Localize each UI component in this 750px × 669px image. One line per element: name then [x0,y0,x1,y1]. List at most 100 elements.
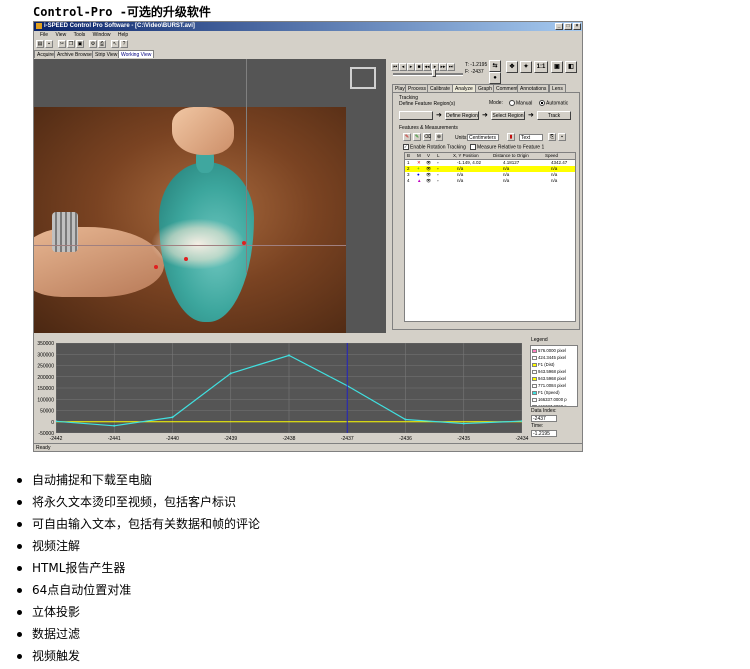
delete-feature-icon[interactable]: ⌫ [423,133,431,141]
playback-slider-track[interactable] [393,73,463,76]
list-item: HTML报告产生器 [17,557,260,579]
tab-calibrate[interactable]: Calibrate [427,84,454,92]
origin-icon[interactable]: ⊕ [435,133,443,141]
help-icon[interactable]: ? [120,40,128,48]
legend-item[interactable]: 576.0000 pixel [532,347,566,354]
cut-icon[interactable]: ✂ [58,40,66,48]
legend-swatch [532,383,537,388]
chart-icon[interactable]: ▮ [507,133,515,141]
tab-annotations[interactable]: Annotations [517,84,550,92]
legend-item[interactable]: 166337.0000 p [532,396,567,403]
lock-icon[interactable]: ▫ [437,178,439,184]
playback-slider-thumb[interactable] [432,69,436,77]
legend-item[interactable]: 166337.0000 p [532,403,567,406]
video-viewport[interactable] [34,59,386,333]
legend-item[interactable]: 943.5968 pixel [532,375,566,382]
legend-item[interactable]: 424.3445 pixel [532,354,566,361]
print-icon[interactable]: ⎙ [98,40,106,48]
mode-manual-radio[interactable]: Manual [509,100,532,106]
define-region-button[interactable]: Define Region [445,111,479,120]
x-tick-label: -2439 [224,436,237,442]
text-select[interactable]: Text [519,134,543,141]
data-index-field[interactable]: -2437 [531,415,557,422]
add-feature-icon[interactable]: ✎ [403,133,411,141]
list-item: 64点自动位置对准 [17,579,260,601]
play-icon[interactable]: ▸ [407,63,415,71]
analyze-panel: Tracking Define Feature Region(s) Mode: … [392,92,580,330]
crosshair-vertical [246,59,247,273]
y-tick-label: 100000 [37,397,54,403]
y-tick-label: 0 [51,420,54,426]
region-field-button[interactable] [399,111,433,120]
legend-item[interactable]: F1 (Dist) [532,361,554,368]
zoom-icon[interactable]: ✦ [520,61,532,73]
menu-file[interactable]: File [40,31,48,39]
select-region-button[interactable]: Select Region [491,111,525,120]
video-frame[interactable] [34,107,346,333]
units-label: Units: [455,135,468,141]
export-icon[interactable]: ⎘ [548,133,556,141]
legend-item[interactable]: 943.5968 pixel [532,368,566,375]
settings-icon[interactable]: ⚙ [89,40,97,48]
menu-tools[interactable]: Tools [74,31,86,39]
fast-fwd-icon[interactable]: ▸▸ [439,63,447,71]
y-tick-label: 350000 [37,341,54,347]
open-icon[interactable]: ▤ [36,40,44,48]
fullscreen-icon[interactable]: ◧ [565,61,577,73]
units-select[interactable]: Centimeters [467,134,499,141]
edit-feature-icon[interactable]: ✎ [413,133,421,141]
save-data-icon[interactable]: ▪ [558,133,566,141]
fit-icon[interactable]: ▣ [551,61,563,73]
last-frame-icon[interactable]: ⏭ [447,63,455,71]
x-tick-label: -2441 [108,436,121,442]
tab-working-view[interactable]: Working View [118,50,155,58]
table-row[interactable]: 4 ▲ 👁 ▫ n/a n/a n/a [405,178,575,184]
track-button[interactable]: Track [537,111,571,120]
loop-icon[interactable]: ⇆ [489,60,501,72]
main-toolbar: ▤ ▪ ✂ ❐ ▣ ⚙ ⎙ ↖ ? [34,39,389,50]
paste-icon[interactable]: ▣ [76,40,84,48]
tracking-point[interactable] [154,265,158,269]
legend-swatch [532,362,537,367]
first-frame-icon[interactable]: ⏮ [391,63,399,71]
enable-rotation-checkbox[interactable]: ✓ Enable Rotation Tracking [403,144,466,150]
radio-icon [509,100,515,106]
menu-view[interactable]: View [55,31,66,39]
stop-icon[interactable]: ■ [415,63,423,71]
pan-icon[interactable]: ✥ [506,61,518,73]
measure-relative-checkbox[interactable]: Measure Relative to Feature 1 [470,144,544,150]
step-back-icon[interactable]: ◂ [399,63,407,71]
legend-item[interactable]: F1 (Speed) [532,389,560,396]
pointer-icon[interactable]: ↖ [111,40,119,48]
mode-automatic-radio[interactable]: Automatic [539,100,568,106]
legend-label: Legend [531,337,548,343]
menu-window[interactable]: Window [93,31,111,39]
minimize-icon[interactable]: _ [555,23,563,30]
record-icon[interactable]: ● [489,72,501,84]
legend-text: 424.3445 pixel [538,355,566,360]
save-icon[interactable]: ▪ [45,40,53,48]
feature-list: 自动捕捉和下载至电脑 将永久文本烫印至视频，包括客户标识 可自由输入文本，包括有… [17,469,260,667]
tab-graph[interactable]: Graph [475,84,495,92]
legend-text: 943.5968 pixel [538,376,566,381]
tab-lens[interactable]: Lens [549,84,566,92]
data-index-label: Data Index: [531,408,557,414]
legend-text: 943.5968 pixel [538,369,566,374]
window-title: i-SPEED Control Pro Software - [C:\Video… [44,23,195,29]
legend-item[interactable]: 771.0084 pixel [532,382,566,389]
rewind-icon[interactable]: ◂◂ [423,63,431,71]
zoom-1to1-button[interactable]: 1:1 [534,61,548,73]
tracking-point[interactable] [184,257,188,261]
time-field[interactable]: -1.2195 [531,430,557,437]
menu-bar: File View Tools Window Help [34,31,582,39]
visible-icon[interactable]: 👁 [426,178,431,184]
copy-icon[interactable]: ❐ [67,40,75,48]
tab-strip-view[interactable]: Strip View [92,50,121,58]
window-titlebar[interactable]: i-SPEED Control Pro Software - [C:\Video… [34,22,582,31]
close-icon[interactable]: × [573,23,581,30]
menu-help[interactable]: Help [118,31,128,39]
tab-process[interactable]: Process [405,84,430,92]
tab-analyze[interactable]: Analyze [452,84,476,92]
maximize-icon[interactable]: □ [564,23,572,30]
tab-archive-browser[interactable]: Archive Browser [54,50,97,58]
